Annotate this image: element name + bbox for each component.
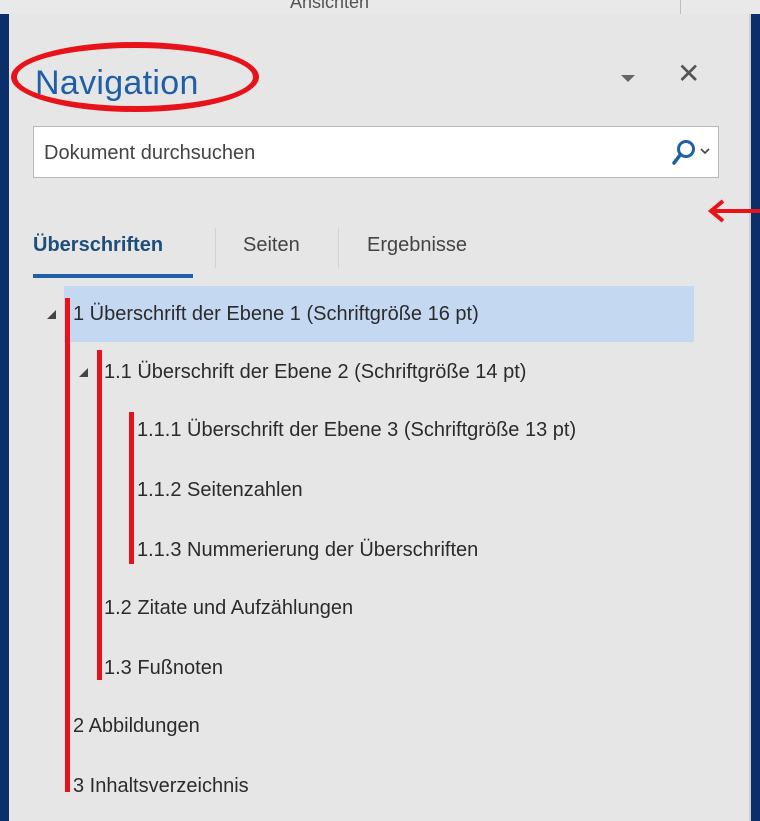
heading-label: 1.1 Überschrift der Ebene 2 (Schriftgröß…: [104, 361, 527, 383]
tab-separator: [338, 228, 339, 268]
active-tab-indicator: [33, 274, 193, 278]
heading-label: 1.1.2 Seitenzahlen: [137, 479, 303, 501]
heading-item[interactable]: 1.2 Zitate und Aufzählungen: [99, 580, 694, 636]
heading-item[interactable]: 1.3 Fußnoten: [99, 640, 694, 696]
level-2-annotation-bar: [97, 350, 102, 680]
heading-item[interactable]: 1.1.2 Seitenzahlen: [129, 462, 694, 518]
search-icon[interactable]: [672, 139, 696, 167]
tab-ergebnisse[interactable]: Ergebnisse: [367, 234, 467, 257]
search-box: [33, 126, 719, 179]
heading-label: 1.1.1 Überschrift der Ebene 3 (Schriftgr…: [137, 419, 577, 441]
heading-item[interactable]: 1 Überschrift der Ebene 1 (Schriftgröße …: [64, 286, 694, 342]
heading-label: 3 Inhaltsverzeichnis: [73, 775, 249, 797]
navigation-pane: Navigation ✕ Überschriften Seiten Ergebn…: [9, 14, 760, 821]
heading-label: 1.2 Zitate und Aufzählungen: [104, 597, 354, 619]
chevron-down-icon[interactable]: [699, 145, 711, 157]
triangle-down-icon[interactable]: [621, 75, 635, 82]
ribbon-strip: Ansichten: [0, 0, 760, 14]
collapse-toggle-icon[interactable]: [79, 368, 88, 377]
ribbon-separator: [680, 0, 681, 14]
tab-bar: Überschriften Seiten Ergebnisse: [33, 216, 719, 286]
collapse-toggle-icon[interactable]: [47, 310, 56, 319]
heading-label: 1.1.3 Nummerierung der Überschriften: [137, 539, 479, 561]
level-3-annotation-bar: [129, 412, 134, 564]
headings-tree: 1 Überschrift der Ebene 1 (Schriftgröße …: [9, 286, 749, 806]
heading-item[interactable]: 3 Inhaltsverzeichnis: [64, 758, 694, 814]
heading-label: 2 Abbildungen: [73, 715, 200, 737]
tab-separator: [215, 228, 216, 268]
ribbon-group-label: Ansichten: [290, 0, 370, 12]
close-icon[interactable]: ✕: [677, 60, 700, 88]
title-highlight-ring: [11, 42, 259, 112]
heading-label: 1 Überschrift der Ebene 1 (Schriftgröße …: [73, 303, 479, 325]
level-1-annotation-bar: [65, 298, 70, 792]
heading-label: 1.3 Fußnoten: [104, 657, 223, 679]
heading-item[interactable]: 1.1.1 Überschrift der Ebene 3 (Schriftgr…: [129, 402, 694, 458]
heading-item[interactable]: 2 Abbildungen: [64, 698, 694, 754]
search-input[interactable]: [42, 127, 646, 179]
tab-ueberschriften[interactable]: Überschriften: [33, 234, 163, 257]
heading-item[interactable]: 1.1 Überschrift der Ebene 2 (Schriftgröß…: [99, 344, 694, 400]
heading-item[interactable]: 1.1.3 Nummerierung der Überschriften: [129, 522, 694, 578]
tab-seiten[interactable]: Seiten: [243, 234, 300, 257]
